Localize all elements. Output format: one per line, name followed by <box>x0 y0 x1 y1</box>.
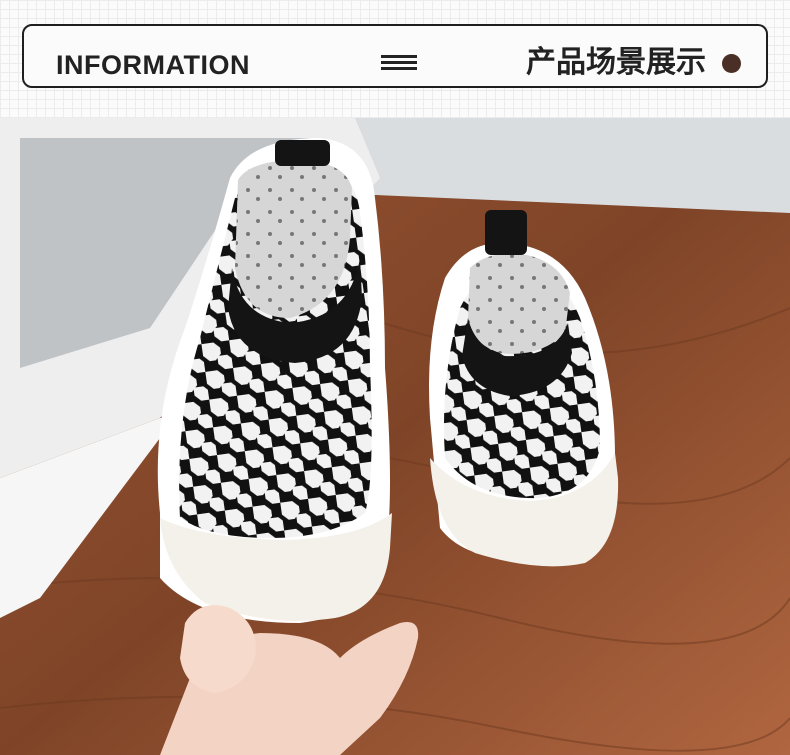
menu-icon <box>381 55 417 71</box>
section-title-english: INFORMATION <box>56 50 250 80</box>
product-illustration <box>0 118 790 755</box>
section-title-chinese: 产品场景展示 <box>526 46 706 79</box>
product-scene-photo <box>0 118 790 755</box>
dot-icon <box>722 54 741 73</box>
